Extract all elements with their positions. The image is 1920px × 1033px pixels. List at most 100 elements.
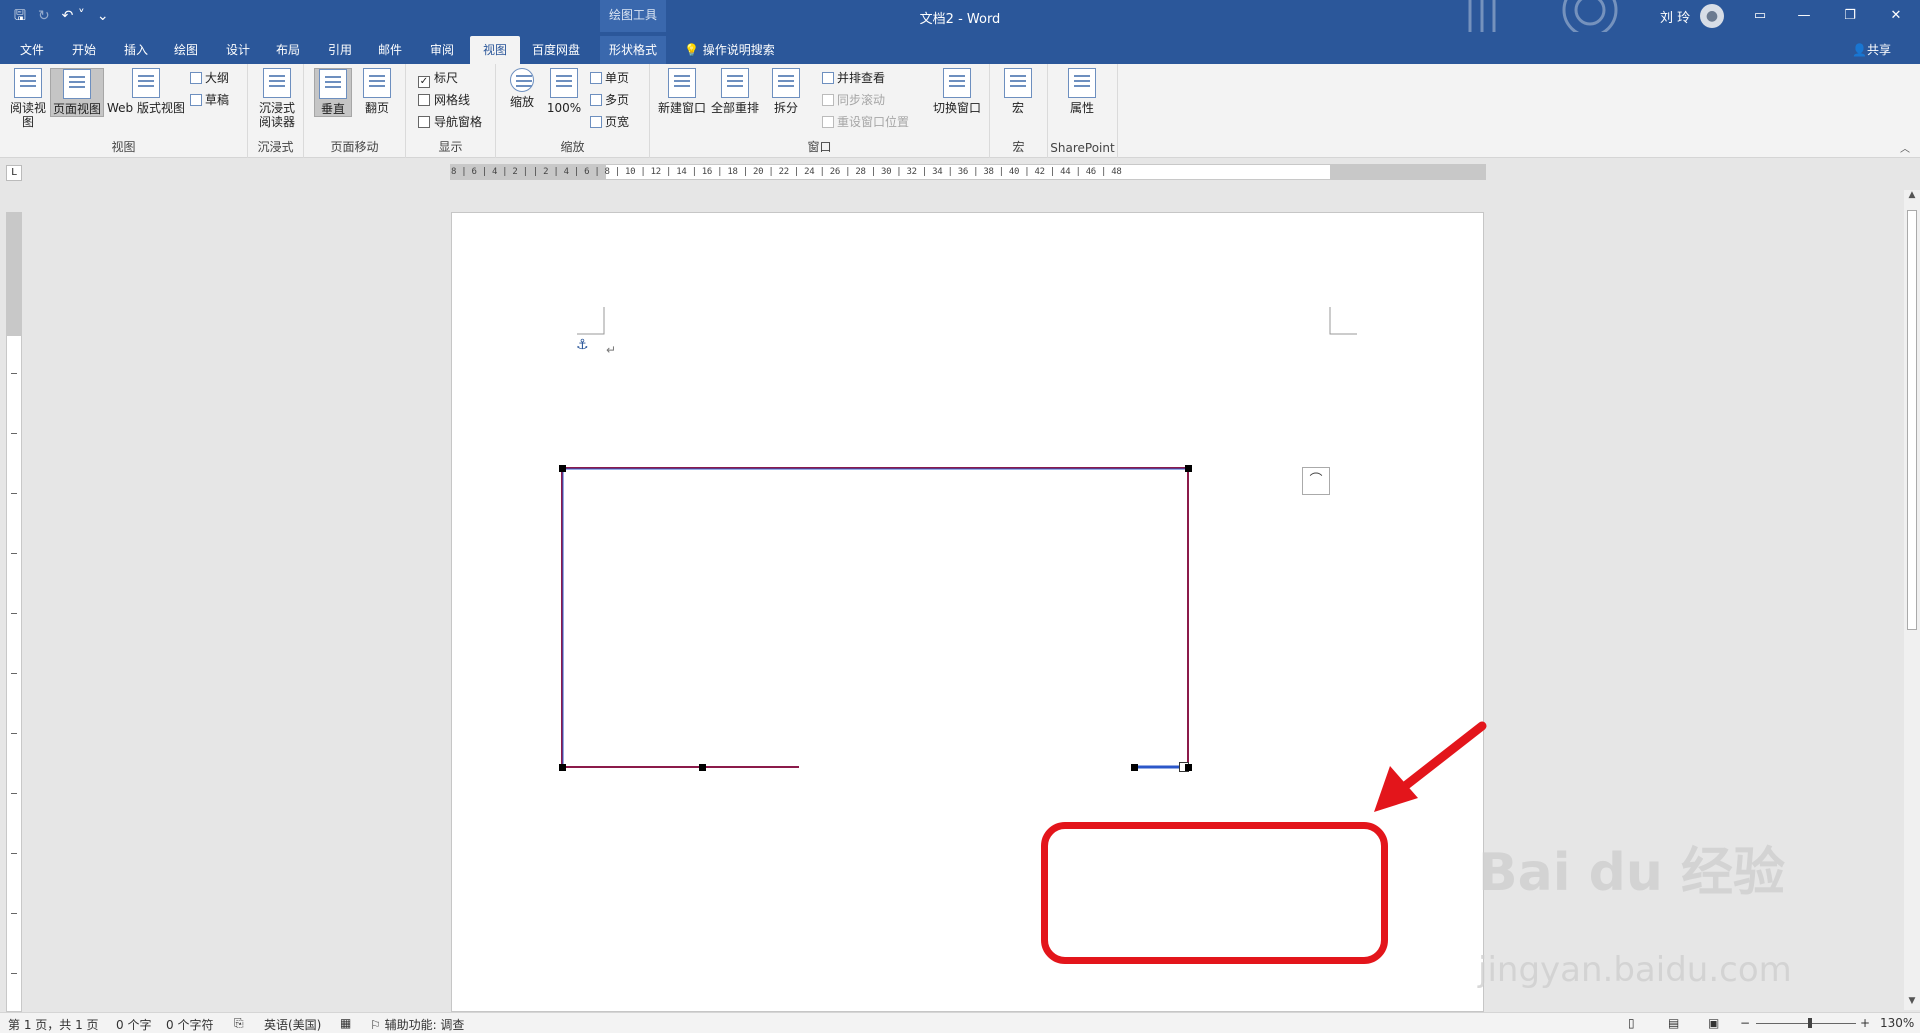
zoom-100-button[interactable]: 100% [546, 68, 582, 115]
tab-baidu-netdisk[interactable]: 百度网盘 [526, 36, 586, 64]
language-indicator[interactable]: 英语(美国) [264, 1016, 321, 1033]
multiple-pages-button[interactable]: 多页 [590, 90, 629, 110]
tab-design[interactable]: 设计 [220, 36, 256, 64]
web-layout-status-icon[interactable]: ▣ [1708, 1016, 1719, 1030]
zoom-slider-track[interactable] [1756, 1023, 1856, 1024]
vertical-ruler-tick [11, 673, 17, 674]
ruler-checkbox[interactable]: ✓ 标尺 [418, 68, 458, 88]
tab-file[interactable]: 文件 [14, 36, 50, 64]
redo-icon[interactable]: ↻ [38, 6, 50, 26]
horizontal-ruler[interactable]: 8 | 6 | 4 | 2 | | 2 | 4 | 6 | 8 | 10 | 1… [450, 164, 1486, 180]
zoom-button[interactable]: 缩放 [504, 68, 540, 109]
restore-button[interactable]: ❐ [1838, 4, 1862, 28]
one-page-button[interactable]: 单页 [590, 68, 629, 88]
vertical-ruler[interactable] [6, 212, 22, 1012]
scroll-down-icon[interactable]: ▼ [1904, 996, 1920, 1010]
tab-references[interactable]: 引用 [322, 36, 358, 64]
one-page-icon [590, 72, 602, 84]
outline-button[interactable]: 大纲 [190, 68, 229, 88]
char-count[interactable]: 0 个字符 [166, 1016, 213, 1033]
collapse-ribbon-icon[interactable]: ︿ [1900, 140, 1910, 155]
vertical-scrollbar[interactable]: ▲ ▼ [1904, 190, 1920, 1010]
undo-icon[interactable]: ↶ ˅ [62, 6, 85, 26]
tell-me-search[interactable]: 💡 操作说明搜索 [684, 36, 775, 64]
draft-button[interactable]: 草稿 [190, 90, 229, 110]
switch-windows-button[interactable]: 切换窗口 [930, 68, 984, 115]
properties-button[interactable]: 属性 [1062, 68, 1102, 115]
tab-draw[interactable]: 绘图 [168, 36, 204, 64]
view-side-by-side-button[interactable]: 并排查看 [822, 68, 885, 88]
word-count[interactable]: 0 个字 [116, 1016, 151, 1033]
web-layout-button[interactable]: Web 版式视图 [106, 68, 186, 115]
immersive-group-label: 沉浸式 [257, 140, 294, 154]
avatar[interactable]: ● [1700, 4, 1724, 28]
minimize-button[interactable]: — [1792, 4, 1816, 28]
shape-handle-bottom-right[interactable] [1185, 764, 1192, 771]
scrollbar-thumb[interactable] [1907, 210, 1917, 630]
macros-icon [1004, 68, 1032, 98]
ribbon-display-options-icon[interactable]: ▭ [1748, 4, 1772, 28]
vertical-ruler-tick [11, 373, 17, 374]
side-to-side-icon [363, 68, 391, 98]
shape-handle-top-right[interactable] [1185, 465, 1192, 472]
immersive-reader-button[interactable]: 沉浸式阅读器 [254, 68, 300, 129]
shape-handle-top-left[interactable] [559, 465, 566, 472]
tab-layout[interactable]: 布局 [270, 36, 306, 64]
tab-mailings[interactable]: 邮件 [372, 36, 408, 64]
page-count[interactable]: 第 1 页，共 1 页 [8, 1016, 99, 1033]
user-name[interactable]: 刘 玲 [1660, 7, 1690, 26]
vertical-ruler-tick [11, 433, 17, 434]
split-button[interactable]: 拆分 [766, 68, 806, 115]
read-mode-status-icon[interactable]: ▯ [1628, 1016, 1635, 1030]
title-bar: 🖫 ↻ ↶ ˅ ⌄ 绘图工具 文档2 - Word 刘 玲 ● ▭ — ❐ ✕ [0, 0, 1920, 32]
views-group-label: 视图 [111, 140, 136, 154]
person-icon: 👤 [1852, 43, 1867, 57]
macro-record-icon[interactable]: ▦ [340, 1016, 351, 1030]
window-group-label: 窗口 [807, 140, 832, 154]
gridlines-checkbox[interactable]: 网格线 [418, 90, 470, 110]
page-movement-group-label: 页面移动 [330, 140, 379, 154]
scroll-up-icon[interactable]: ▲ [1904, 190, 1920, 204]
shape-handle-bottom-left[interactable] [559, 764, 566, 771]
outline-icon [190, 72, 202, 84]
new-window-button[interactable]: 新建窗口 [658, 68, 706, 115]
window-group: 新建窗口 全部重排 拆分 并排查看 同步滚动 重设窗口位置 切换窗口 窗口 [650, 64, 990, 158]
tab-selector[interactable]: L [6, 165, 22, 181]
tab-insert[interactable]: 插入 [118, 36, 154, 64]
synchronous-scrolling-button[interactable]: 同步滚动 [822, 90, 885, 110]
arrange-all-icon [721, 68, 749, 98]
print-layout-button[interactable]: 页面视图 [50, 68, 104, 117]
zoom-out-button[interactable]: − [1740, 1016, 1750, 1030]
save-icon[interactable]: 🖫 [14, 6, 26, 26]
shape-handle-segment-start[interactable] [1131, 764, 1138, 771]
annotation-arrow [1374, 721, 1487, 812]
zoom-level[interactable]: 130% [1880, 1016, 1914, 1030]
macros-button[interactable]: 宏 [998, 68, 1038, 115]
tab-home[interactable]: 开始 [66, 36, 102, 64]
zoom-group: 缩放 100% 单页 多页 页宽 缩放 [496, 64, 650, 158]
proofing-icon[interactable]: ⎘ [234, 1016, 244, 1031]
arrange-all-button[interactable]: 全部重排 [710, 68, 760, 115]
watermark-url: jingyan.baidu.com [1478, 950, 1792, 990]
show-group: ✓ 标尺 网格线 导航窗格 显示 [406, 64, 496, 158]
reset-window-position-button[interactable]: 重设窗口位置 [822, 112, 909, 132]
print-layout-status-icon[interactable]: ▤ [1668, 1016, 1679, 1030]
tab-view[interactable]: 视图 [470, 36, 520, 64]
tab-shape-format[interactable]: 形状格式 [600, 36, 666, 64]
customize-qat-icon[interactable]: ⌄ [97, 6, 109, 26]
vertical-ruler-tick [11, 913, 17, 914]
share-button[interactable]: 👤共享 [1852, 36, 1891, 64]
title-decoration [1468, 0, 1618, 32]
layout-options-icon[interactable]: ⌒ [1302, 467, 1330, 495]
read-mode-button[interactable]: 阅读视图 [8, 68, 48, 129]
page-width-button[interactable]: 页宽 [590, 112, 629, 132]
close-button[interactable]: ✕ [1884, 4, 1908, 28]
tab-review[interactable]: 审阅 [424, 36, 460, 64]
navigation-pane-checkbox[interactable]: 导航窗格 [418, 112, 482, 132]
zoom-slider-knob[interactable] [1808, 1018, 1812, 1028]
accessibility-status[interactable]: ⚐ 辅助功能: 调查 [370, 1016, 464, 1033]
vertical-button[interactable]: 垂直 [314, 68, 352, 117]
shape-handle-line-end[interactable] [699, 764, 706, 771]
side-to-side-button[interactable]: 翻页 [358, 68, 396, 115]
zoom-in-button[interactable]: + [1860, 1016, 1870, 1030]
